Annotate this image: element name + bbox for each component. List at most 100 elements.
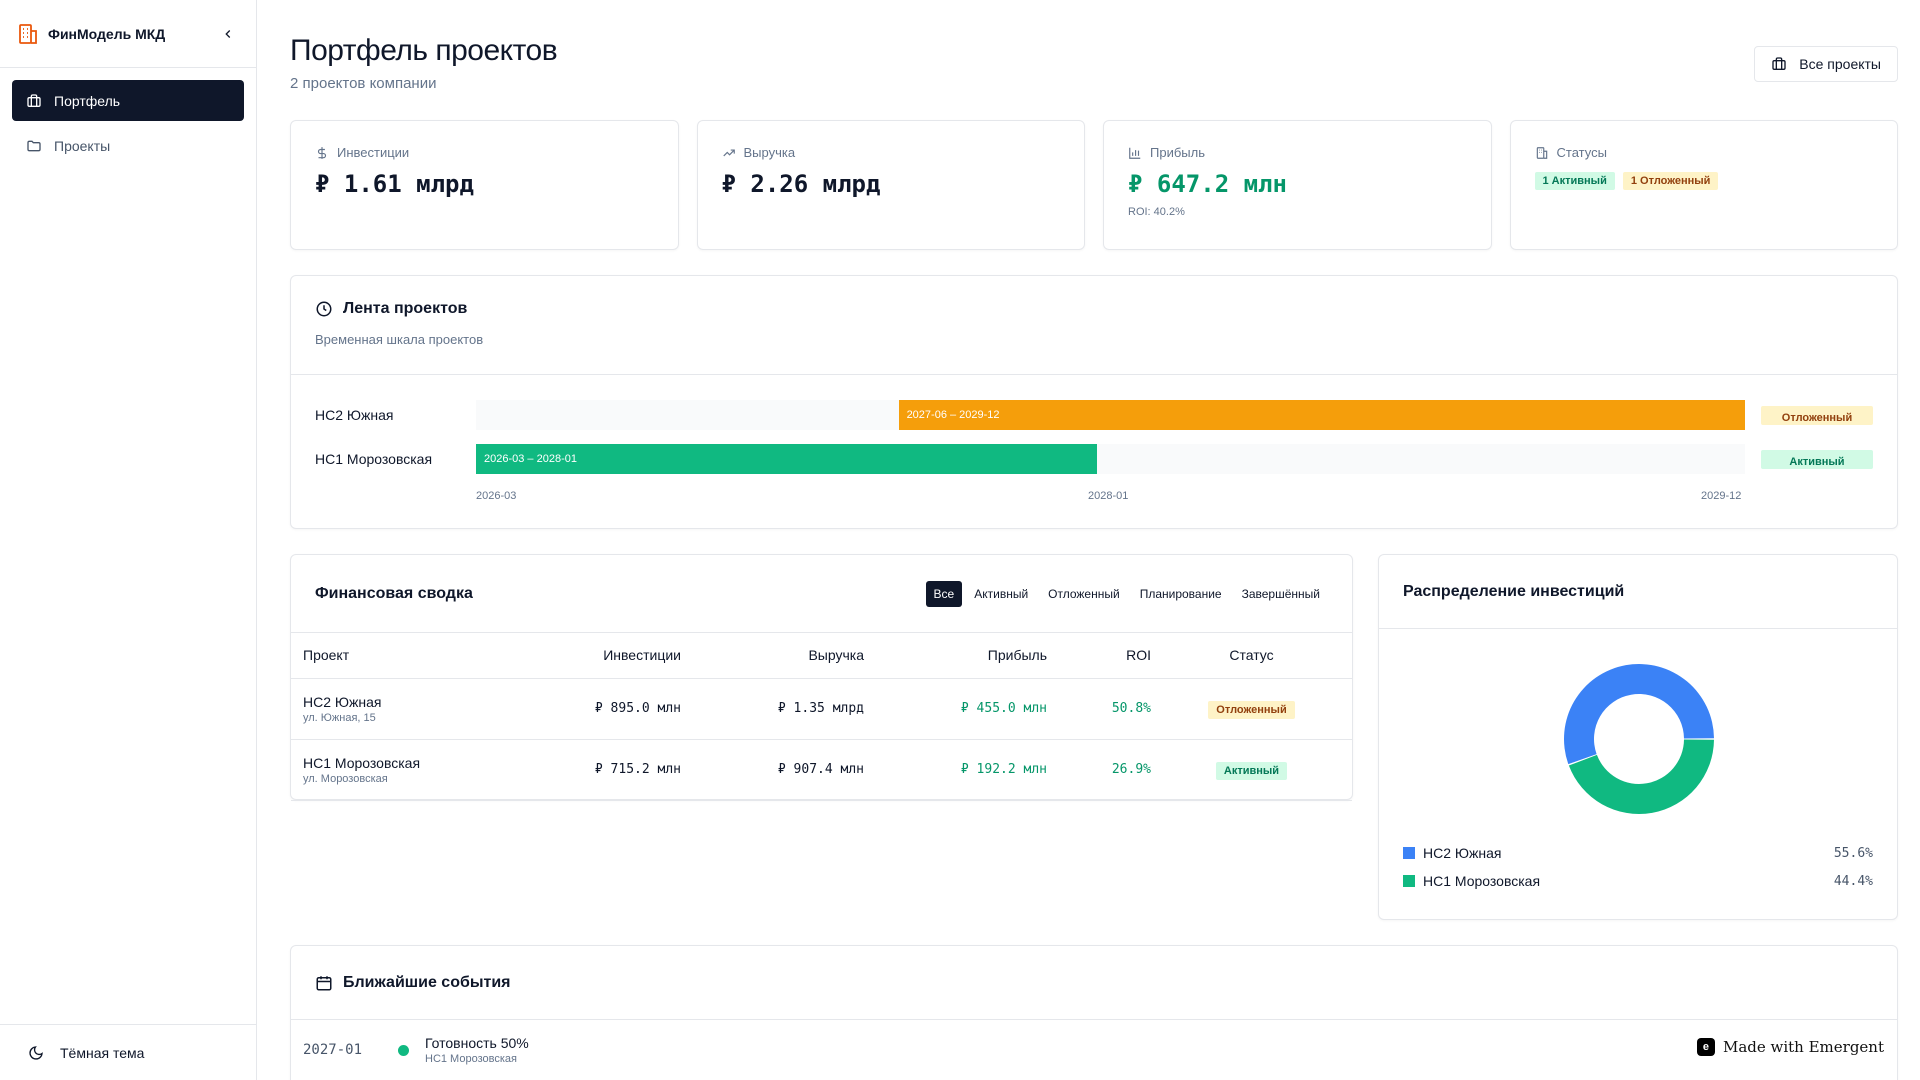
kpi-label: Инвестиции [315,145,654,160]
page-title: Портфель проектов [290,34,558,67]
cell-roi: 50.8% [1047,678,1151,740]
timeline-row[interactable]: НС2 Южная 2027-06 – 2029-12 Отложенный [291,400,1897,430]
timeline-row-name: НС1 Морозовская [315,451,433,467]
col-status[interactable]: Статус [1151,633,1352,679]
sidebar-item-portfolio[interactable]: Портфель [12,80,244,121]
timeline-header: Лента проектов Временная шкала проектов [291,276,1897,375]
briefcase-icon [27,93,41,107]
event-row[interactable]: 2027-01 Готовность 50% НС1 Морозовская [291,1020,1897,1080]
col-revenue[interactable]: Выручка [681,633,864,679]
status-badge-active: 1 Активный [1534,172,1615,190]
kpi-value: ₽ 2.26 млрд [721,170,881,198]
kpi-label-text: Статусы [1556,145,1607,160]
filter-planning[interactable]: Планирование [1132,581,1230,607]
timeline-axis-label: 2026-03 [476,490,517,502]
cell-project: НС1 Морозовская ул. Морозовская [291,739,521,801]
status-badges: 1 Активный 1 Отложенный [1534,172,1874,190]
moon-icon [29,1045,43,1060]
donut-chart-wrap [1379,629,1897,839]
building-icon [1536,146,1547,159]
briefcase-icon [1772,57,1786,70]
distribution-title: Распределение инвестиций [1379,555,1897,629]
filter-completed[interactable]: Завершённый [1234,581,1328,607]
filter-all[interactable]: Все [925,580,963,607]
legend-item: НС2 Южная 55.6% [1379,839,1897,867]
sidebar: ФинМодель МКД Портфель Проекты Тёмная те… [0,0,257,1080]
finance-header: Финансовая сводка Все Активный Отложенны… [291,555,1352,633]
timeline-bar[interactable]: 2027-06 – 2029-12 [898,400,1745,430]
bar-chart-icon [1129,147,1141,159]
all-projects-button[interactable]: Все проекты [1754,46,1898,82]
kpi-profit: Прибыль ₽ 647.2 млн ROI: 40.2% [1103,120,1492,250]
sidebar-item-label: Портфель [54,92,121,109]
status-badge: Отложенный [1208,701,1295,719]
col-profit[interactable]: Прибыль [864,633,1047,679]
cell-project: НС2 Южная ул. Южная, 15 [291,678,521,740]
kpi-label-text: Прибыль [1150,145,1205,160]
collapse-sidebar-button[interactable] [216,22,240,46]
kpi-label: Статусы [1535,145,1874,160]
brand-title: ФинМодель МКД [48,25,166,42]
timeline-axis-label: 2029-12 [1701,490,1742,502]
cell-investments: ₽ 895.0 млн [521,678,681,740]
status-filters: Все Активный Отложенный Планирование Зав… [925,580,1328,607]
project-address: ул. Морозовская [303,772,388,785]
cell-revenue: ₽ 1.35 млрд [681,678,864,740]
event-status-dot [398,1044,409,1056]
kpi-investments: Инвестиции ₽ 1.61 млрд [290,120,679,250]
timeline-bar[interactable]: 2026-03 – 2028-01 [476,444,1097,474]
theme-toggle[interactable]: Тёмная тема [0,1024,256,1080]
event-date: 2027-01 [303,1042,363,1058]
kpi-label-text: Инвестиции [337,145,410,160]
filter-delayed[interactable]: Отложенный [1040,581,1128,607]
event-name: Готовность 50% [425,1035,529,1051]
table-row[interactable]: НС1 Морозовская ул. Морозовская ₽ 715.2 … [291,739,1352,801]
calendar-icon [316,975,332,990]
cell-roi: 26.9% [1047,739,1151,801]
timeline-body: НС2 Южная 2027-06 – 2029-12 Отложенный Н… [291,375,1897,529]
event-info: Готовность 50% НС1 Морозовская [425,1035,529,1065]
sidebar-nav: Портфель Проекты [0,68,256,182]
kpi-label: Прибыль [1128,145,1467,160]
legend-value: 55.6% [1833,845,1873,861]
timeline-title-text: Лента проектов [343,300,468,317]
project-address: ул. Южная, 15 [303,711,376,724]
made-with-badge[interactable]: e Made with Emergent [1696,1038,1884,1056]
timeline-axis-label: 2028-01 [1088,490,1129,502]
timeline-row[interactable]: НС1 Морозовская 2026-03 – 2028-01 Активн… [291,444,1897,474]
finance-title: Финансовая сводка [315,584,473,602]
donut-chart [1564,664,1714,814]
distribution-card: Распределение инвестиций НС2 Южная 55.6%… [1378,554,1898,920]
all-projects-label: Все проекты [1799,56,1881,72]
event-project: НС1 Морозовская [425,1053,517,1065]
filter-active[interactable]: Активный [966,581,1036,607]
page-header: Портфель проектов 2 проектов компании Вс… [290,0,1898,120]
sidebar-item-projects[interactable]: Проекты [12,125,244,166]
emergent-logo-icon: e [1696,1038,1715,1056]
timeline-track: 2026-03 – 2028-01 [476,444,1745,474]
col-investments[interactable]: Инвестиции [521,633,681,679]
main-content: Портфель проектов 2 проектов компании Вс… [290,0,1898,1080]
legend-swatch [1403,847,1415,859]
legend-name: НС1 Морозовская [1423,873,1541,889]
status-badge-delayed: 1 Отложенный [1622,172,1719,190]
cell-status: Отложенный [1151,678,1352,740]
table-row[interactable]: НС2 Южная ул. Южная, 15 ₽ 895.0 млн ₽ 1.… [291,678,1352,740]
project-name: НС1 Морозовская [303,754,421,771]
kpi-label-text: Выручка [743,145,796,160]
timeline-title: Лента проектов [315,300,1873,318]
timeline-status-badge: Активный [1761,450,1873,469]
events-header: Ближайшие события [291,946,1897,1020]
kpi-revenue: Выручка ₽ 2.26 млрд [696,120,1085,250]
table-header-row: Проект Инвестиции Выручка Прибыль ROI Ст… [291,633,1352,679]
brand: ФинМодель МКД [0,0,256,68]
timeline-row-name: НС2 Южная [315,407,394,423]
col-project[interactable]: Проект [291,633,521,679]
timeline-status-badge: Отложенный [1761,406,1873,425]
chevron-left-icon [225,29,231,38]
col-roi[interactable]: ROI [1047,633,1151,679]
legend-name: НС2 Южная [1423,845,1502,861]
events-title: Ближайшие события [315,974,511,992]
roi-note: ROI: 40.2% [1128,206,1185,218]
cell-investments: ₽ 715.2 млн [521,739,681,801]
